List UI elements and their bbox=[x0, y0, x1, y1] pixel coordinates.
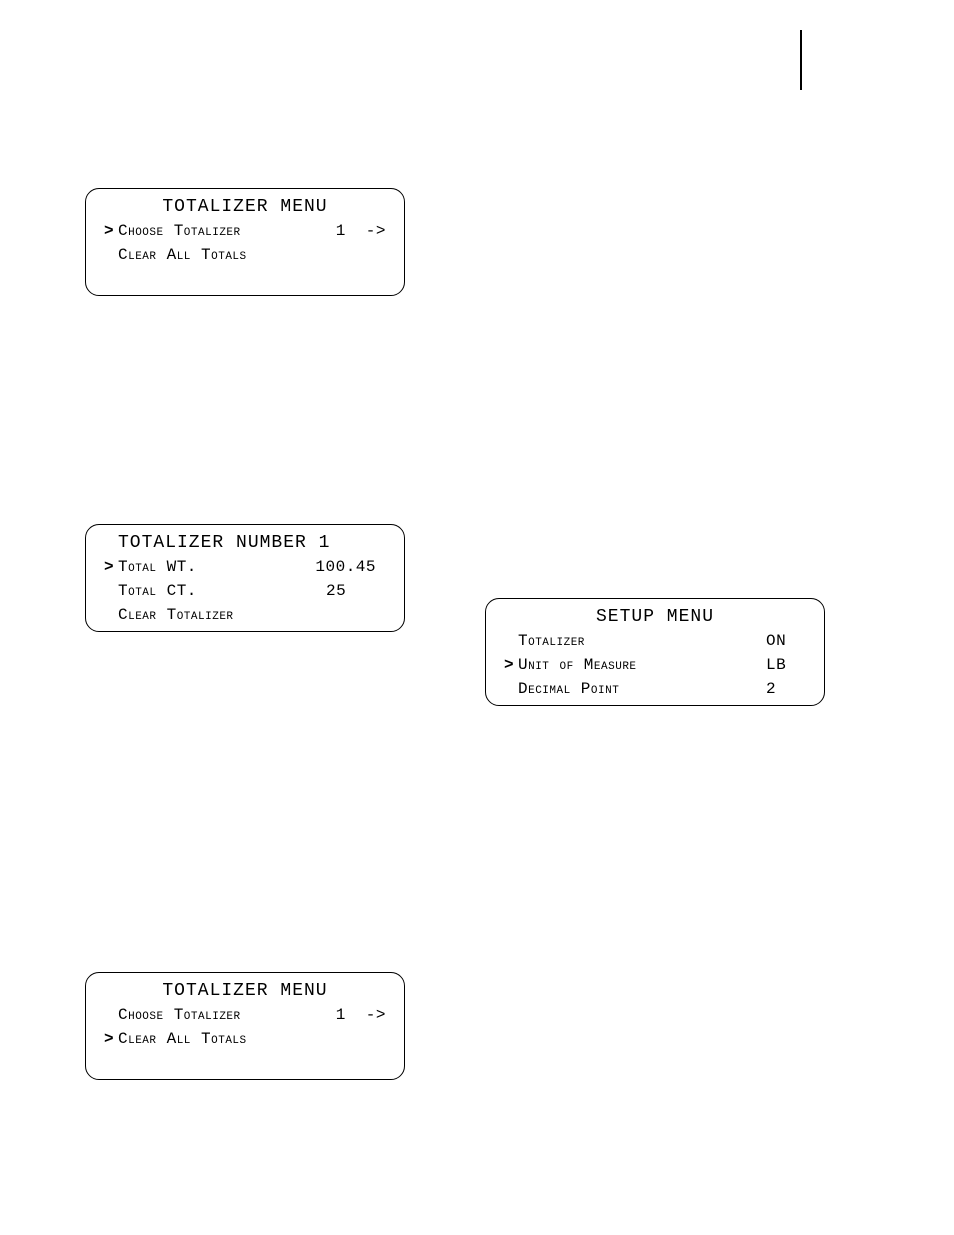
menu-row-clear-all-totals[interactable]: Clear All Totals bbox=[104, 243, 386, 267]
menu-row-clear-totalizer[interactable]: Clear Totalizer bbox=[104, 603, 386, 627]
menu-row-label: Choose Totalizer bbox=[118, 219, 241, 243]
menu-row-label: Choose Totalizer bbox=[118, 1003, 241, 1027]
arrow-icon: -> bbox=[366, 1003, 386, 1027]
menu-row-label: Totalizer bbox=[518, 629, 585, 653]
menu-row-total-ct[interactable]: Total CT. 25 bbox=[104, 579, 386, 603]
panel-title: SETUP MENU bbox=[504, 607, 806, 627]
menu-row-value: 100.45 bbox=[315, 555, 376, 579]
panel-title: TOTALIZER MENU bbox=[104, 197, 386, 217]
totalizer-menu-panel-1: TOTALIZER MENU > Choose Totalizer 1 -> C… bbox=[85, 188, 405, 296]
cursor-icon: > bbox=[104, 219, 118, 243]
menu-row-choose-totalizer[interactable]: Choose Totalizer 1 -> bbox=[104, 1003, 386, 1027]
menu-row-label: Clear All Totals bbox=[118, 1027, 247, 1051]
menu-row-value: 1 bbox=[336, 219, 356, 243]
menu-row-label: Decimal Point bbox=[518, 677, 619, 701]
panel-title: TOTALIZER NUMBER 1 bbox=[104, 533, 386, 553]
panel-title: TOTALIZER MENU bbox=[104, 981, 386, 1001]
menu-row-label: Unit of Measure bbox=[518, 653, 637, 677]
menu-row-value: ON bbox=[766, 629, 796, 653]
menu-row-value: 25 bbox=[326, 579, 376, 603]
menu-row-label: Total CT. bbox=[118, 579, 197, 603]
totalizer-number-panel: TOTALIZER NUMBER 1 > Total WT. 100.45 To… bbox=[85, 524, 405, 632]
cursor-icon: > bbox=[104, 1027, 118, 1051]
menu-row-value: 1 bbox=[336, 1003, 356, 1027]
page-cursor-bar bbox=[800, 30, 802, 90]
menu-row-value: 2 bbox=[766, 677, 796, 701]
setup-menu-panel: SETUP MENU Totalizer ON > Unit of Measur… bbox=[485, 598, 825, 706]
cursor-icon: > bbox=[104, 555, 118, 579]
menu-row-label: Clear Totalizer bbox=[118, 603, 234, 627]
menu-row-decimal-point[interactable]: Decimal Point 2 bbox=[504, 677, 806, 701]
menu-row-clear-all-totals[interactable]: > Clear All Totals bbox=[104, 1027, 386, 1051]
menu-row-totalizer[interactable]: Totalizer ON bbox=[504, 629, 806, 653]
menu-row-label: Total WT. bbox=[118, 555, 197, 579]
menu-row-label: Clear All Totals bbox=[118, 243, 247, 267]
cursor-icon: > bbox=[504, 653, 518, 677]
arrow-icon: -> bbox=[366, 219, 386, 243]
menu-row-value: LB bbox=[766, 653, 796, 677]
menu-row-total-wt[interactable]: > Total WT. 100.45 bbox=[104, 555, 386, 579]
menu-row-choose-totalizer[interactable]: > Choose Totalizer 1 -> bbox=[104, 219, 386, 243]
totalizer-menu-panel-2: TOTALIZER MENU Choose Totalizer 1 -> > C… bbox=[85, 972, 405, 1080]
menu-row-unit-of-measure[interactable]: > Unit of Measure LB bbox=[504, 653, 806, 677]
